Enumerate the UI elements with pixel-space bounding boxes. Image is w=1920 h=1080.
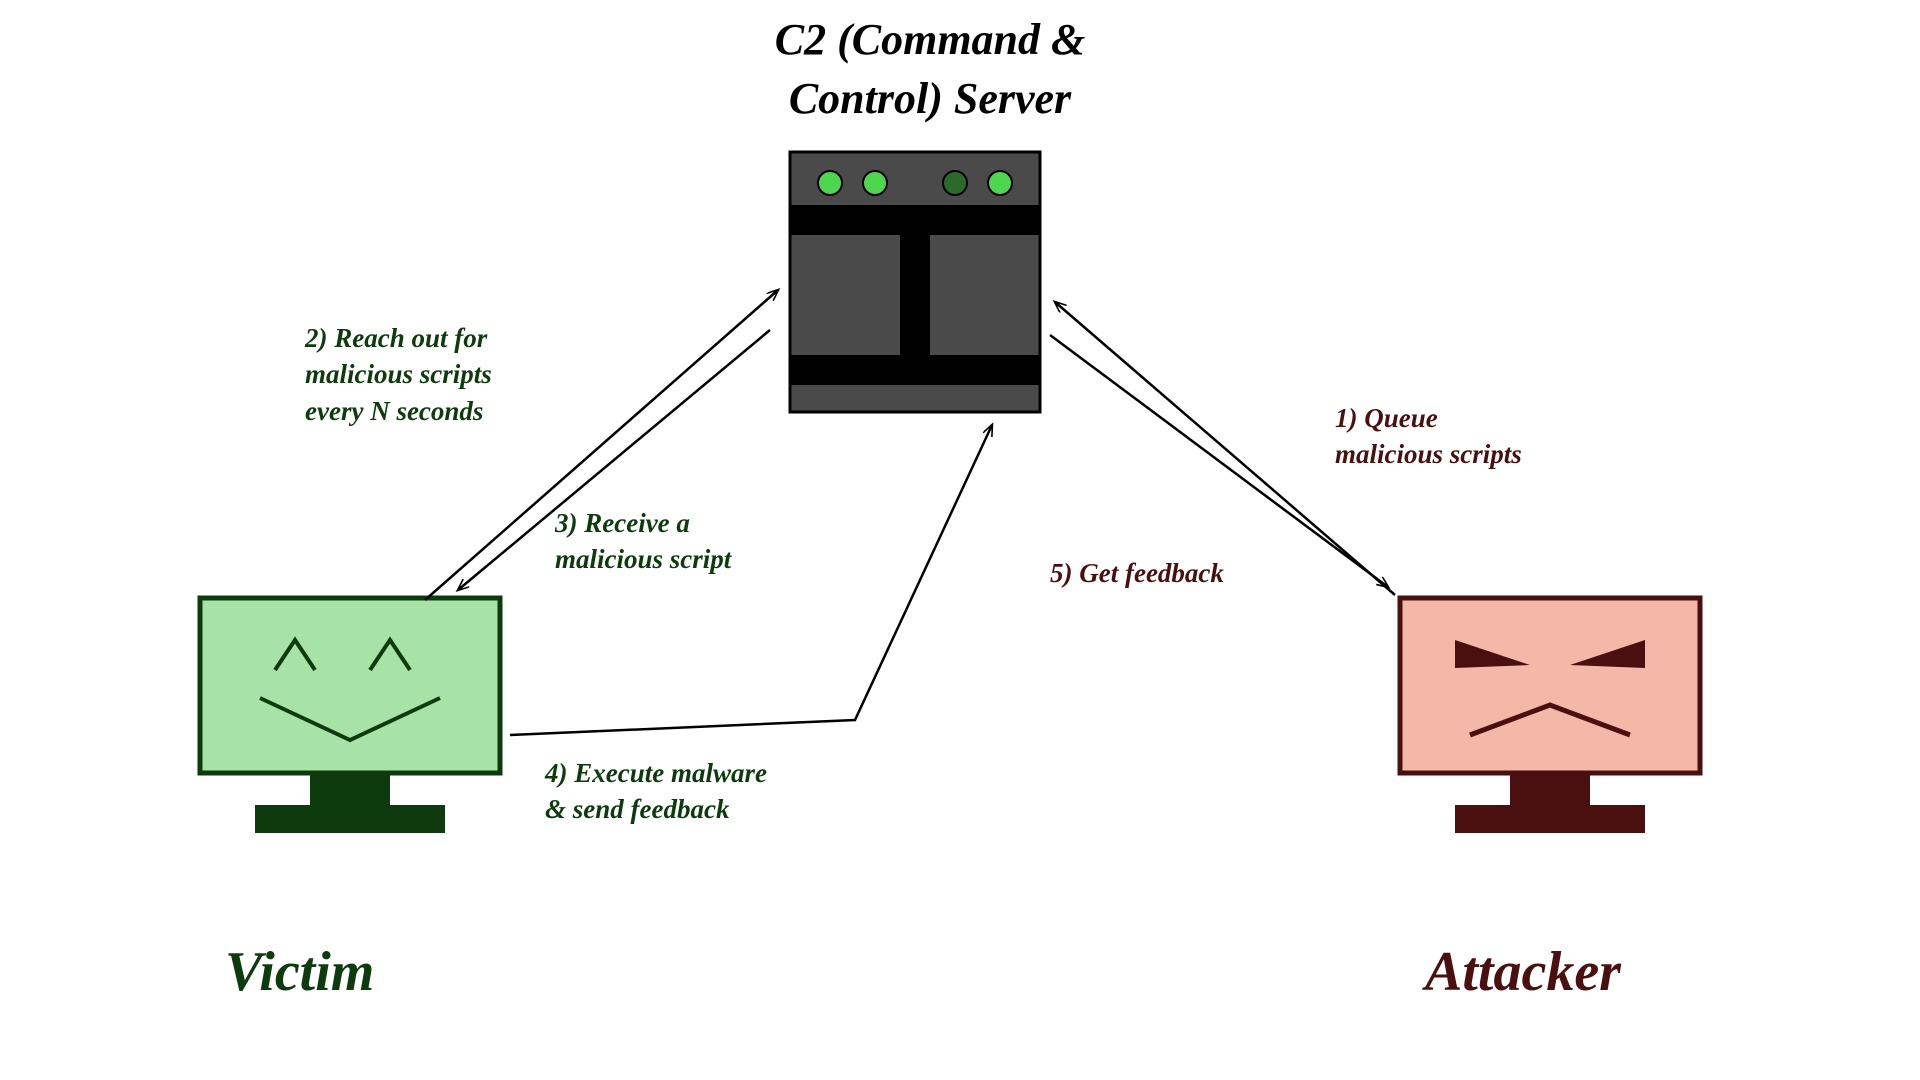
step2-label: 2) Reach out for malicious scripts every… [305, 320, 492, 429]
arrow-step4 [510, 425, 992, 735]
c2-server-title: C2 (Command & Control) Server [630, 10, 1230, 129]
victim-computer-icon [200, 598, 500, 833]
attacker-computer-icon [1400, 598, 1700, 833]
title-line2: Control) Server [789, 74, 1071, 123]
step5-label: 5) Get feedback [1050, 555, 1224, 591]
victim-label: Victim [225, 935, 374, 1011]
step4-label: 4) Execute malware & send feedback [545, 755, 767, 828]
step3-label: 3) Receive a malicious script [555, 505, 731, 578]
step1-label: 1) Queue malicious scripts [1335, 400, 1522, 473]
attacker-label: Attacker [1425, 935, 1621, 1011]
title-line1: C2 (Command & [775, 15, 1086, 64]
diagram-canvas [0, 0, 1920, 1080]
c2-server-icon [790, 152, 1040, 412]
